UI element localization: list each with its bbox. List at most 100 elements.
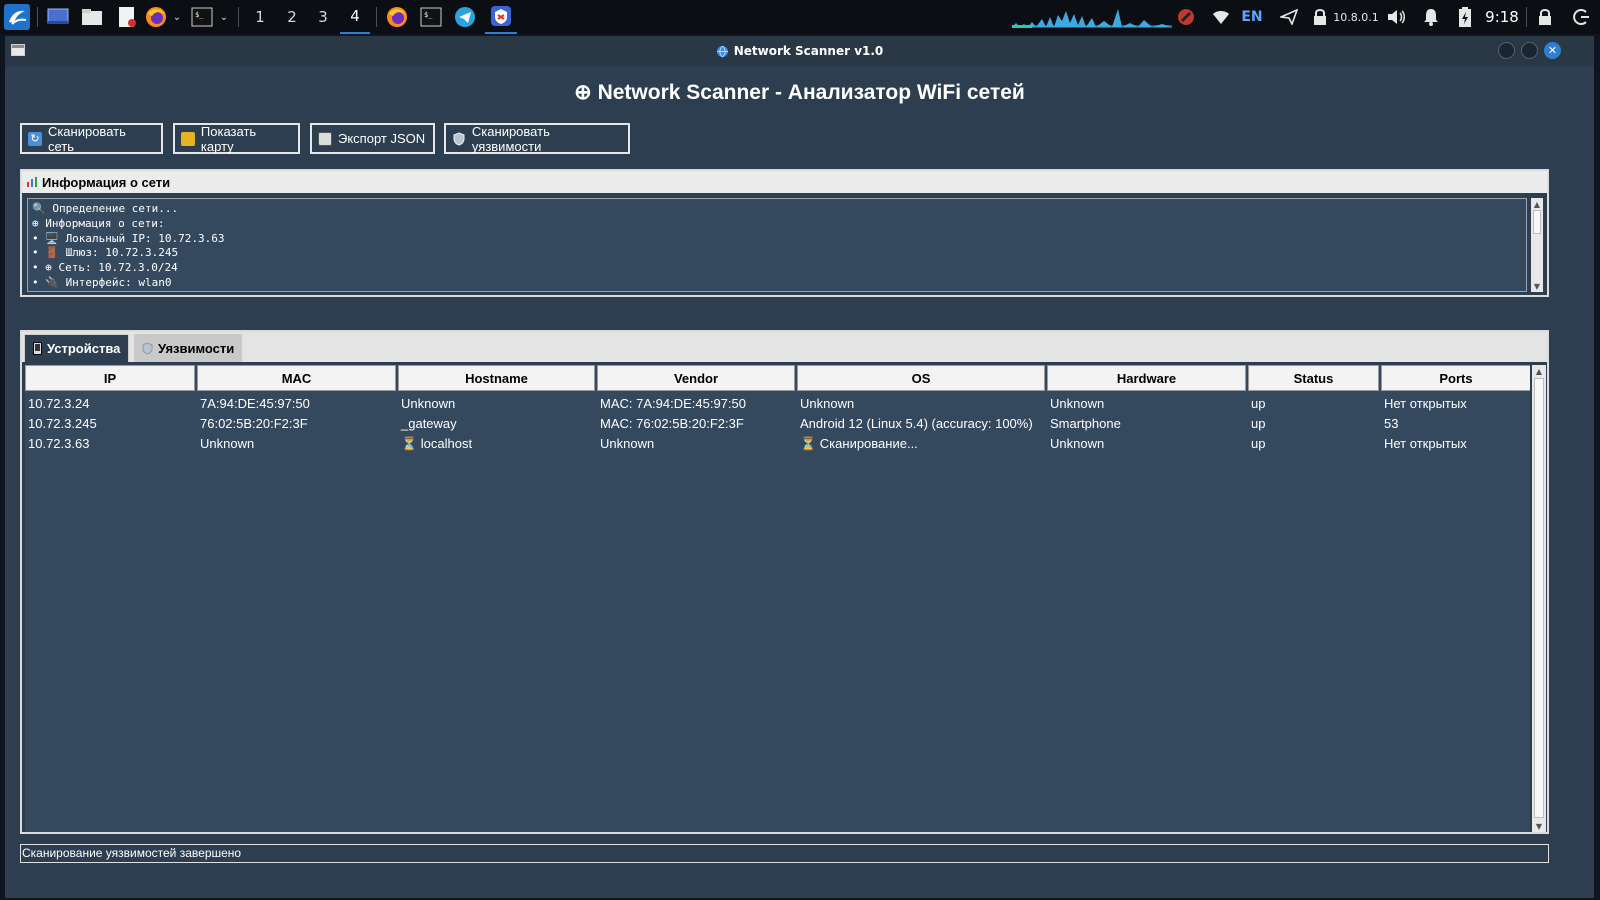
column-header-hardware[interactable]: Hardware xyxy=(1047,365,1246,391)
workspace-4[interactable]: 4 xyxy=(340,0,370,34)
cell-ports: Нет открытых xyxy=(1384,396,1467,411)
refresh-icon: ↻ xyxy=(28,131,42,146)
minimize-button[interactable] xyxy=(1498,42,1515,59)
wifi-icon[interactable] xyxy=(1209,0,1233,34)
column-header-os[interactable]: OS xyxy=(797,365,1045,391)
cell-vendor: Unknown xyxy=(600,436,655,451)
globe-icon xyxy=(716,45,729,58)
column-header-ports[interactable]: Ports xyxy=(1381,365,1530,391)
export-json-label: Экспорт JSON xyxy=(338,131,426,146)
tab-bar: Устройства Уязвимости xyxy=(22,332,1547,362)
tab-vulnerabilities[interactable]: Уязвимости xyxy=(134,334,243,362)
firefox-icon[interactable] xyxy=(144,0,168,34)
terminal-task-icon[interactable]: $_ xyxy=(418,0,444,34)
clock[interactable]: 9:18 xyxy=(1484,0,1520,34)
close-button[interactable]: ✕ xyxy=(1544,42,1561,59)
tab-devices-label: Устройства xyxy=(47,341,121,356)
info-scroll-thumb[interactable] xyxy=(1533,210,1541,234)
cell-ip: 10.72.3.63 xyxy=(28,436,90,451)
network-scanner-task-icon[interactable] xyxy=(485,0,517,34)
scroll-down-icon[interactable]: ▼ xyxy=(1532,820,1546,832)
window-menu-icon[interactable] xyxy=(11,44,25,56)
vpn-status-icon[interactable] xyxy=(1174,0,1198,34)
column-header-status[interactable]: Status xyxy=(1248,365,1379,391)
chevron-down-icon[interactable]: ⌄ xyxy=(218,0,230,34)
cell-mac: 76:02:5B:20:F2:3F xyxy=(200,416,308,431)
vpn-lock-icon[interactable] xyxy=(1310,0,1330,34)
tab-devices[interactable]: Устройства xyxy=(24,334,130,362)
table-scroll-thumb[interactable] xyxy=(1534,378,1544,818)
cell-status: up xyxy=(1251,416,1266,431)
show-map-button[interactable]: Показать карту xyxy=(173,123,300,154)
cell-os: Unknown xyxy=(800,396,855,411)
table-row[interactable]: 10.72.3.245 76:02:5B:20:F2:3F _gateway M… xyxy=(25,414,1530,434)
file-manager-icon[interactable] xyxy=(80,0,104,34)
app-menu-icon[interactable] xyxy=(3,0,31,34)
app-window: Network Scanner v1.0 ✕ ⊕ Network Scanner… xyxy=(5,36,1594,898)
cell-hostname: Unknown xyxy=(401,396,456,411)
table-scrollbar[interactable]: ▲ ▼ xyxy=(1532,365,1546,832)
chevron-down-icon[interactable]: ⌄ xyxy=(171,0,183,34)
export-json-button[interactable]: Экспорт JSON xyxy=(310,123,435,154)
column-header-vendor[interactable]: Vendor xyxy=(597,365,795,391)
workspace-2[interactable]: 2 xyxy=(277,0,307,34)
scan-network-label: Сканировать сеть xyxy=(47,123,126,154)
shield-icon xyxy=(452,131,466,146)
scan-network-button[interactable]: ↻ Сканировать сеть xyxy=(20,123,163,154)
tab-vulnerabilities-label: Уязвимости xyxy=(158,340,235,356)
keyboard-layout-indicator[interactable]: EN xyxy=(1240,0,1264,34)
window-titlebar[interactable]: Network Scanner v1.0 ✕ xyxy=(5,36,1594,66)
cell-hardware: Smartphone xyxy=(1050,416,1121,431)
scroll-up-icon[interactable]: ▲ xyxy=(1532,365,1546,377)
cell-hostname: _gateway xyxy=(401,416,457,431)
scroll-up-icon[interactable]: ▲ xyxy=(1531,198,1543,210)
cell-os: ⏳ Сканирование... xyxy=(800,436,918,451)
table-row[interactable]: 10.72.3.24 7A:94:DE:45:97:50 Unknown MAC… xyxy=(25,394,1530,414)
scan-vulnerabilities-label: Сканировать уязвимости xyxy=(471,123,550,154)
table-row[interactable]: 10.72.3.63 Unknown ⏳ localhost Unknown ⏳… xyxy=(25,434,1530,454)
cell-vendor: MAC: 76:02:5B:20:F2:3F xyxy=(600,416,744,431)
close-icon: ✕ xyxy=(1547,44,1558,57)
network-info-text[interactable]: 🔍 Определение сети... ⊕ Информация о сет… xyxy=(27,198,1527,292)
status-bar: Сканирование уязвимостей завершено xyxy=(20,844,1549,863)
workspace-1[interactable]: 1 xyxy=(245,0,275,34)
cell-ports: 53 xyxy=(1384,416,1399,431)
map-icon xyxy=(181,131,195,146)
column-header-hostname[interactable]: Hostname xyxy=(398,365,595,391)
network-info-header: Информация о сети xyxy=(22,171,1547,193)
telegram-task-icon[interactable] xyxy=(452,0,478,34)
cell-hardware: Unknown xyxy=(1050,396,1105,411)
terminal-icon[interactable]: $_ xyxy=(190,0,214,34)
taskbar: ⌄ $_ ⌄ 1 2 3 4 $_ EN 10.8.0.1 9:18 xyxy=(0,0,1600,34)
scan-vulnerabilities-button[interactable]: Сканировать уязвимости xyxy=(444,123,630,154)
volume-icon[interactable] xyxy=(1384,0,1408,34)
shield-icon xyxy=(142,342,153,355)
cell-hardware: Unknown xyxy=(1050,436,1105,451)
info-line: • 🔌 Интерфейс: wlan0 xyxy=(32,275,172,289)
lock-screen-icon[interactable] xyxy=(1535,0,1555,34)
show-map-label: Показать карту xyxy=(200,123,257,154)
workspace-3[interactable]: 3 xyxy=(308,0,338,34)
send-icon[interactable] xyxy=(1278,0,1300,34)
window-title: Network Scanner v1.0 xyxy=(733,44,884,58)
cell-ip: 10.72.3.24 xyxy=(28,396,90,411)
column-header-ip[interactable]: IP xyxy=(25,365,195,391)
info-line: • 🖥️ Локальный IP: 10.72.3.63 xyxy=(32,231,225,245)
firefox-task-icon[interactable] xyxy=(384,0,410,34)
results-notebook: Устройства Уязвимости IP MAC Hostname Ve… xyxy=(20,330,1549,834)
maximize-button[interactable] xyxy=(1521,42,1538,59)
logout-icon[interactable] xyxy=(1570,0,1592,34)
info-line: 🔍 Определение сети... xyxy=(32,202,179,215)
cell-hostname: ⏳ localhost xyxy=(401,436,473,451)
show-desktop-icon[interactable] xyxy=(46,0,70,34)
cell-vendor: MAC: 7A:94:DE:45:97:50 xyxy=(600,396,746,411)
text-editor-icon[interactable] xyxy=(115,0,139,34)
info-scrollbar[interactable]: ▲ ▼ xyxy=(1531,198,1543,292)
cell-status: up xyxy=(1251,436,1266,451)
cell-status: up xyxy=(1251,396,1266,411)
scroll-down-icon[interactable]: ▼ xyxy=(1531,280,1543,292)
notifications-icon[interactable] xyxy=(1420,0,1442,34)
network-activity-graph xyxy=(1012,0,1172,34)
battery-icon[interactable] xyxy=(1455,0,1475,34)
column-header-mac[interactable]: MAC xyxy=(197,365,396,391)
